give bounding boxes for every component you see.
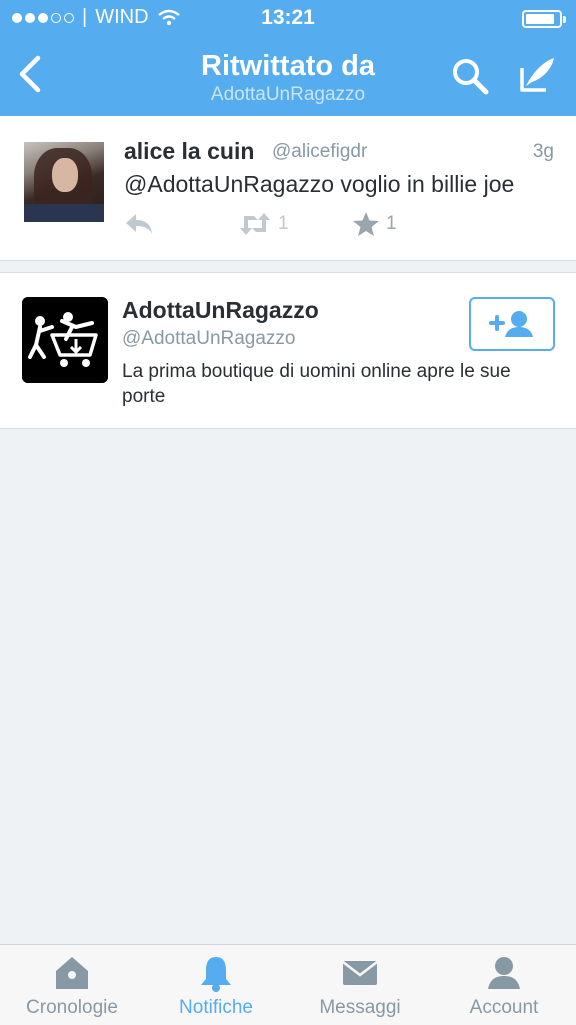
battery-icon <box>522 10 566 28</box>
tab-notifiche[interactable]: Notifiche <box>144 945 288 1025</box>
star-icon <box>353 212 379 236</box>
add-user-icon <box>489 311 533 337</box>
tab-account[interactable]: Account <box>432 945 576 1025</box>
navigation-header: | WIND 13:21 Ritwittato da AdottaUnRagaz… <box>0 0 576 116</box>
favorite-count: 1 <box>386 213 397 234</box>
favorite-button[interactable]: 1 <box>352 210 397 238</box>
tweet-author-name[interactable]: alice la cuin <box>124 138 254 165</box>
retweet-button[interactable]: 1 <box>238 210 289 238</box>
brand-logo-icon[interactable] <box>22 297 108 383</box>
search-icon[interactable] <box>450 56 490 96</box>
reply-button[interactable] <box>124 210 154 238</box>
tweet-text: @AdottaUnRagazzo voglio in billie joe <box>124 171 515 197</box>
tab-label: Messaggi <box>319 997 401 1018</box>
retweeted-tweet[interactable]: alice la cuin @alicefigdr 3g @AdottaUnRa… <box>0 116 576 261</box>
bell-icon <box>201 957 231 992</box>
tab-label: Notifiche <box>179 997 253 1018</box>
status-bar: | WIND 13:21 <box>0 0 576 38</box>
envelope-icon <box>342 961 378 985</box>
compose-tweet-icon[interactable] <box>516 54 558 96</box>
retweet-count: 1 <box>278 213 289 234</box>
tweet-timestamp: 3g <box>532 141 554 162</box>
avatar-face <box>52 158 78 192</box>
user-name[interactable]: AdottaUnRagazzo <box>122 297 319 324</box>
tab-messaggi[interactable]: Messaggi <box>288 945 432 1025</box>
tab-bar: Cronologie Notifiche Messaggi Account <box>0 944 576 1025</box>
user-bio: La prima boutique di uomini online apre … <box>122 361 511 407</box>
user-handle: @AdottaUnRagazzo <box>122 328 296 349</box>
person-icon <box>488 957 520 989</box>
reply-icon <box>126 214 152 234</box>
tweet-author-handle: @alicefigdr <box>272 141 368 162</box>
retweet-icon <box>240 213 270 235</box>
avatar-shirt <box>24 204 104 222</box>
user-list-item[interactable]: AdottaUnRagazzo @AdottaUnRagazzo La prim… <box>0 273 576 429</box>
home-icon <box>56 957 88 989</box>
avatar[interactable] <box>24 142 104 222</box>
status-time: 13:21 <box>261 6 315 29</box>
tab-label: Cronologie <box>26 997 118 1018</box>
tab-cronologie[interactable]: Cronologie <box>0 945 144 1025</box>
tab-label: Account <box>469 997 539 1018</box>
follow-button[interactable] <box>469 297 555 351</box>
